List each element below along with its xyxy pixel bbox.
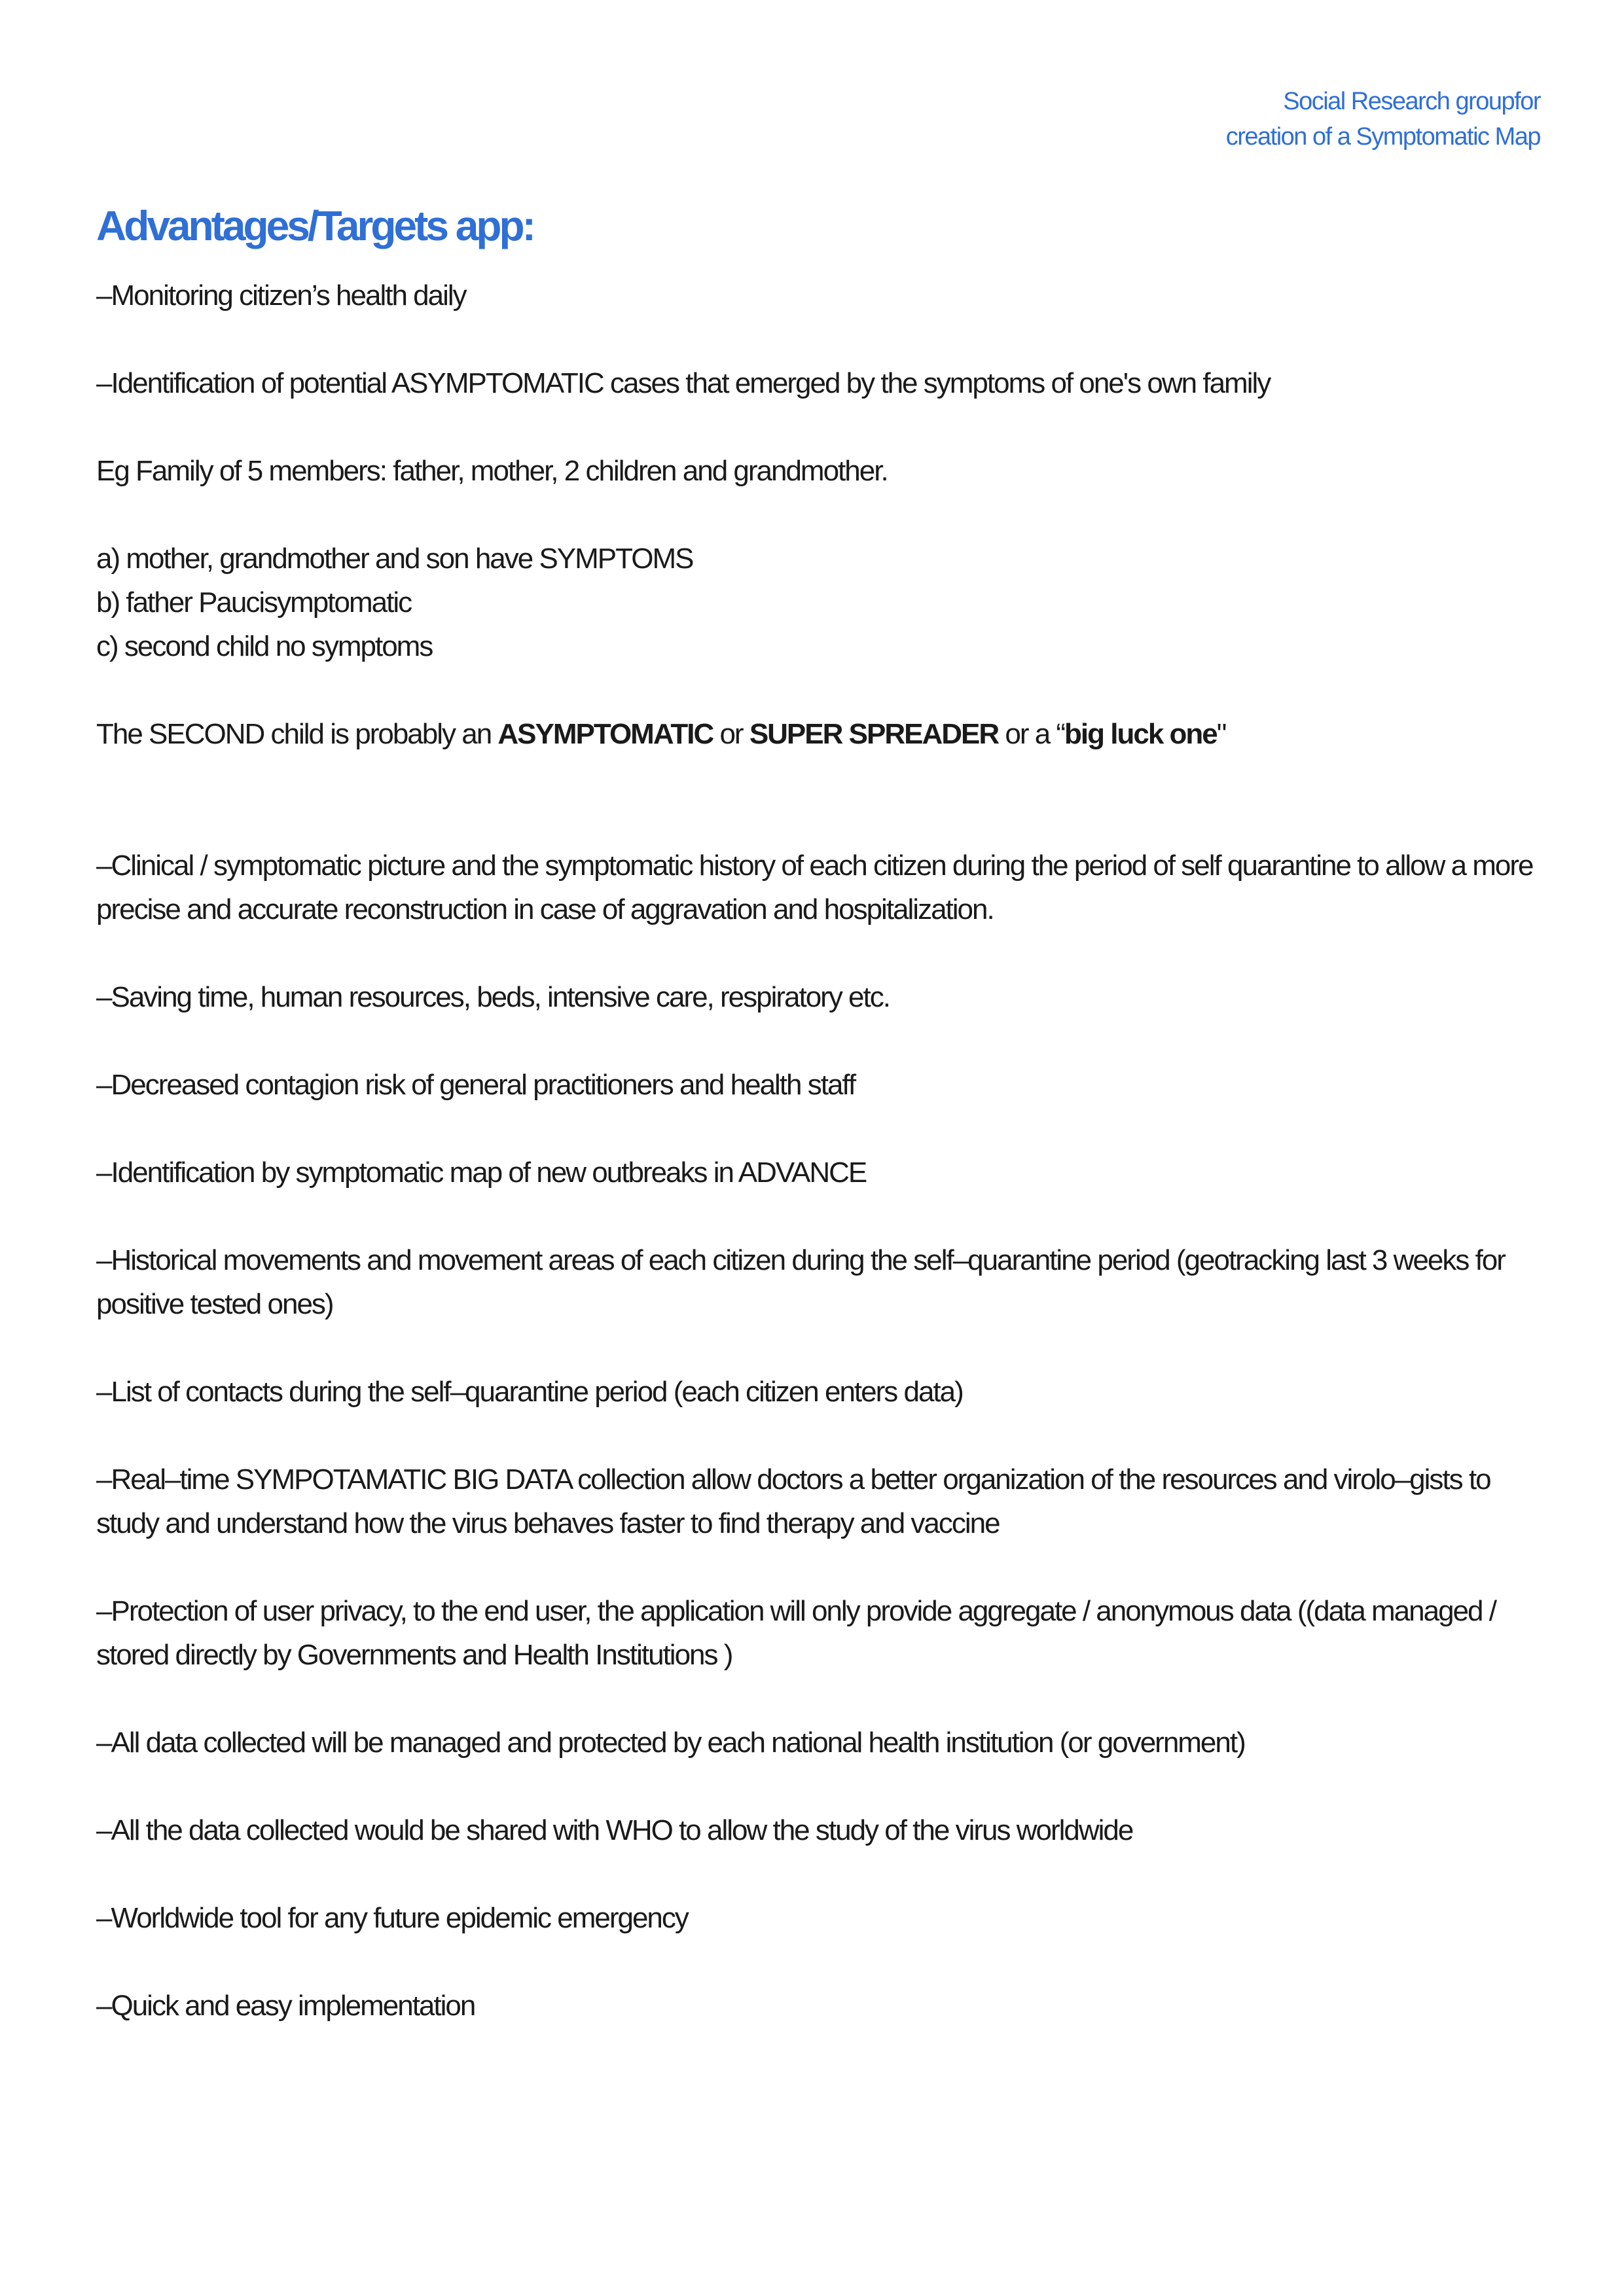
item-contagion: –Decreased contagion risk of general pra… [96, 1069, 856, 1101]
item-monitoring: –Monitoring citizen’s health daily [96, 279, 467, 312]
advantages-list: –Monitoring citizen’s health daily –Iden… [96, 274, 1536, 2072]
example-b: b) father Paucisymptomatic [96, 586, 412, 619]
item-movements: –Historical movements and movement areas… [96, 1244, 1506, 1320]
item-clinical: –Clinical / symptomatic picture and the … [96, 850, 1534, 925]
item-who: –All the data collected would be shared … [96, 1814, 1134, 1846]
item-contacts: –List of contacts during the self–quaran… [96, 1376, 964, 1408]
example-c: c) second child no symptoms [96, 630, 433, 662]
item-saving: –Saving time, human resources, beds, int… [96, 981, 891, 1013]
item-outbreaks: –Identification by symptomatic map of ne… [96, 1157, 867, 1189]
conclusion-asymptomatic: ASYMPTOMATIC [497, 718, 714, 750]
item-quick: –Quick and easy implementation [96, 1990, 476, 2022]
example-a: a) mother, grandmother and son have SYMP… [96, 543, 694, 575]
document-page: Social Research groupfor creation of a S… [0, 0, 1624, 2296]
conclusion-suffix-1: or a “ [998, 718, 1066, 750]
conclusion-big-luck-one: big luck one [1064, 718, 1218, 750]
example-conclusion: The SECOND child is probably an ASYMPTOM… [96, 712, 1536, 756]
item-worldwide: –Worldwide tool for any future epidemic … [96, 1902, 689, 1934]
page-title: Advantages/Targets app: [96, 202, 536, 249]
conclusion-super-spreader: SUPER SPREADER [749, 718, 1000, 750]
header-note-line-1: Social Research groupfor [1283, 88, 1541, 115]
example-intro: Eg Family of 5 members: father, mother, … [96, 455, 889, 487]
item-privacy: –Protection of user privacy, to the end … [96, 1595, 1497, 1671]
header-note-line-2: creation of a Symptomatic Map [1225, 123, 1542, 151]
item-identification-asymptomatic: –Identification of potential ASYMPTOMATI… [96, 367, 1271, 399]
item-managed: –All data collected will be managed and … [96, 1727, 1246, 1759]
conclusion-middle: or [713, 718, 749, 750]
header-note: Social Research groupfor creation of a S… [886, 84, 1542, 154]
conclusion-prefix: The SECOND child is probably an [96, 718, 498, 750]
item-bigdata: –Real–time SYMPOTAMATIC BIG DATA collect… [96, 1463, 1492, 1539]
conclusion-suffix-2: " [1216, 718, 1227, 750]
